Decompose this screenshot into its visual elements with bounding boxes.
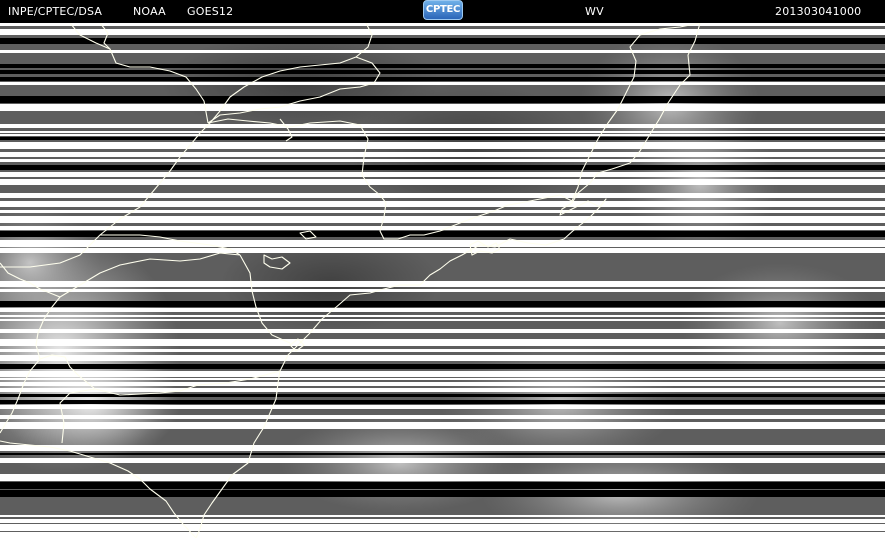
scanline-band [0,179,885,185]
scanline-band [0,248,885,253]
scanline-band [0,131,885,133]
scanline-band [0,231,885,237]
scanline-band [0,315,885,317]
scanline-band [0,82,885,85]
scanline-band [0,159,885,162]
scanline-band [0,50,885,53]
scanline-band [0,152,885,157]
scanline-band [0,38,885,44]
scanline-band [0,193,885,198]
scanline-band [0,142,885,149]
scanline-band [0,104,885,111]
scanline-band [0,422,885,429]
scanline-band [0,301,885,307]
scanline-band [0,308,885,312]
cptec-logo-icon: CPTEC [423,0,463,20]
scanline-band [0,349,885,352]
scanline-band [0,70,885,74]
scanline-band [0,445,885,451]
scanline-band [0,524,885,531]
scanline-band [0,378,885,380]
scanline-band [0,172,885,177]
image-header-bar: INPE/CPTEC/DSA NOAA GOES12 CPTEC WV 2013… [0,0,885,23]
satellite-image-canvas [0,23,885,538]
scanline-band [0,490,885,497]
scanline-band [0,240,885,247]
source-label: INPE/CPTEC/DSA [8,5,103,18]
scanline-band [0,382,885,386]
scanline-band [0,124,885,128]
satellite-label: GOES12 [187,5,234,18]
scanline-band [0,77,885,81]
scanline-band [0,355,885,361]
scanline-band [0,319,885,321]
scanline-band [0,329,885,333]
scanline-band [0,364,885,369]
scanline-band [0,515,885,517]
scanline-band [0,281,885,287]
scanline-band [0,339,885,346]
scanline-band [0,405,885,409]
scanline-band [0,23,885,26]
scanline-band [0,388,885,392]
water-vapor-satellite-image [0,23,885,538]
scanline-band [0,415,885,419]
scanline-band [0,482,885,489]
scanline-band [0,453,885,455]
scanline-band [0,519,885,523]
timestamp-label: 201303041000 [775,5,862,18]
scanline-band [0,96,885,103]
scanline-band [0,289,885,292]
scanline-band [0,134,885,136]
scanline-band [0,216,885,223]
scanline-band [0,29,885,35]
scanline-band [0,532,885,538]
satellite-image-viewer: INPE/CPTEC/DSA NOAA GOES12 CPTEC WV 2013… [0,0,885,538]
channel-label: WV [585,5,604,18]
scanline-band [0,458,885,463]
scanline-band [0,201,885,207]
logo-text: CPTEC [425,4,461,15]
scanline-band [0,400,885,404]
scanline-band [0,474,885,481]
scanline-band [0,137,885,140]
scanline-band [0,165,885,170]
scanline-band [0,226,885,230]
scanline-band [0,371,885,377]
agency-label: NOAA [133,5,166,18]
